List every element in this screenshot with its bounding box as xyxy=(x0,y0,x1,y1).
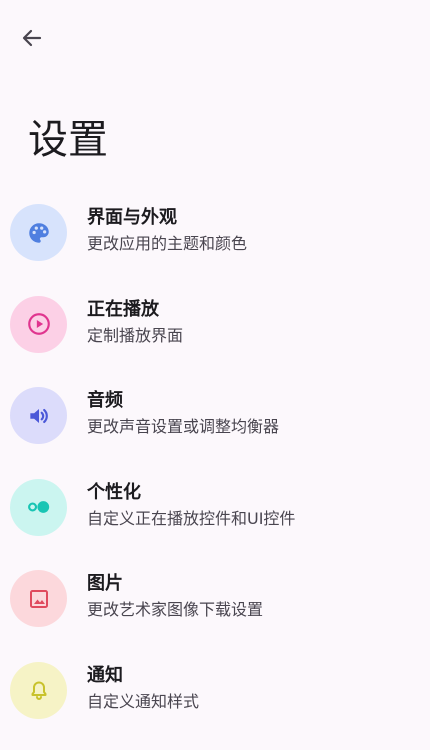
play-circle-icon xyxy=(27,313,50,335)
item-title: 图片 xyxy=(87,573,123,594)
palette-icon xyxy=(28,222,49,243)
icon-circle xyxy=(10,204,67,261)
item-title: 音频 xyxy=(87,390,123,411)
item-title: 正在播放 xyxy=(87,298,159,320)
settings-item-images[interactable]: 图片 更改艺术家图像下载设置 xyxy=(0,553,430,645)
settings-item-audio[interactable]: 音频 更改声音设置或调整均衡器 xyxy=(0,370,430,462)
icon-circle xyxy=(10,570,67,627)
item-subtitle: 定制播放界面 xyxy=(87,325,184,345)
item-title: 个性化 xyxy=(87,481,141,503)
image-icon xyxy=(29,589,48,608)
settings-item-personalize[interactable]: 个性化 自定义正在播放控件和UI控件 xyxy=(0,462,430,554)
icon-circle xyxy=(10,478,67,536)
settings-list: 界面与外观 更改应用的主题和颜色 正在播放 定制播放界面 音频 更改声音设置或调… xyxy=(0,187,430,736)
item-title: 通知 xyxy=(87,664,123,686)
page-title: 设置 xyxy=(28,117,108,163)
icon-circle xyxy=(10,387,67,444)
back-button[interactable] xyxy=(14,20,50,56)
item-title: 界面与外观 xyxy=(87,207,177,228)
toggle-icon xyxy=(27,501,49,513)
item-subtitle: 更改应用的主题和颜色 xyxy=(87,234,248,253)
volume-icon xyxy=(29,408,48,423)
item-subtitle: 更改声音设置或调整均衡器 xyxy=(87,417,280,436)
item-subtitle: 更改艺术家图像下载设置 xyxy=(87,600,264,619)
bell-icon xyxy=(31,681,46,700)
settings-item-appearance[interactable]: 界面与外观 更改应用的主题和颜色 xyxy=(0,187,430,279)
arrow-left-icon xyxy=(22,29,42,47)
icon-circle xyxy=(10,661,67,719)
settings-item-notifications[interactable]: 通知 自定义通知样式 xyxy=(0,645,430,737)
icon-circle xyxy=(10,295,67,353)
item-subtitle: 自定义通知样式 xyxy=(87,691,200,711)
item-subtitle: 自定义正在播放控件和UI控件 xyxy=(87,508,296,528)
settings-item-now-playing[interactable]: 正在播放 定制播放界面 xyxy=(0,279,430,371)
